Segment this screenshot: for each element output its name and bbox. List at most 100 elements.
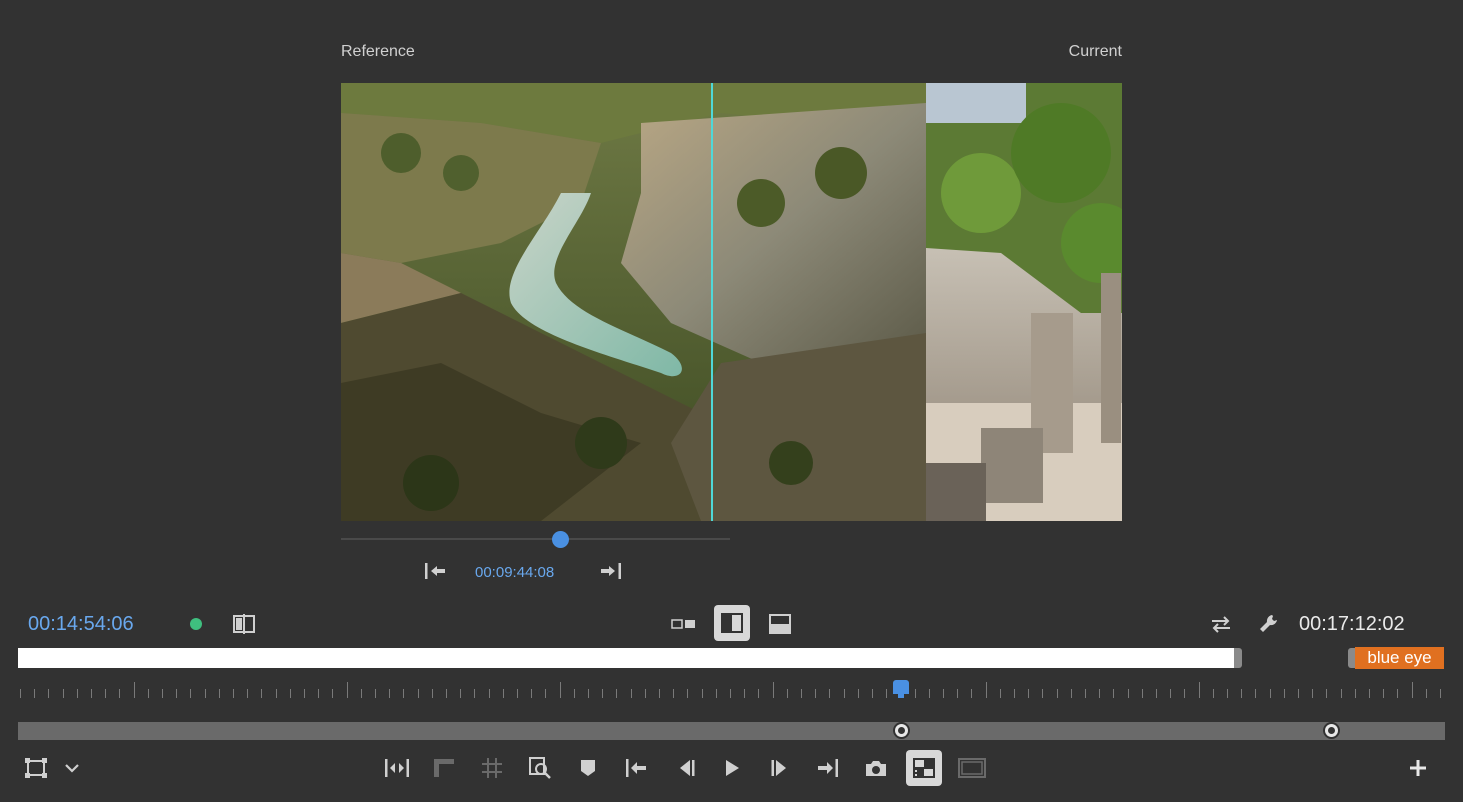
grid-button[interactable]	[478, 755, 506, 781]
zoom-scroll-bar[interactable]	[18, 722, 1445, 740]
ruler-tick	[1000, 689, 1001, 698]
go-to-in-button[interactable]	[622, 755, 652, 781]
ruler-tick	[134, 682, 135, 698]
ruler-tick	[602, 689, 603, 698]
split-line	[711, 83, 713, 521]
ruler-tick	[758, 689, 759, 698]
trim-button[interactable]	[382, 755, 412, 781]
comparison-view-icon	[913, 758, 935, 778]
ruler-tick	[403, 689, 404, 698]
ruler-tick	[1184, 689, 1185, 698]
go-to-in-icon	[626, 759, 646, 777]
go-to-previous-edit-button[interactable]	[422, 560, 448, 582]
ruler-tick	[957, 689, 958, 698]
ruler-tick	[261, 689, 262, 698]
ruler-button[interactable]	[430, 755, 458, 781]
ruler-tick	[1142, 689, 1143, 698]
ruler-tick	[574, 689, 575, 698]
ruler-tick	[276, 689, 277, 698]
comparison-view-button[interactable]	[906, 750, 942, 786]
add-marker-button[interactable]	[574, 755, 602, 781]
reference-timecode[interactable]: 00:09:44:08	[475, 564, 554, 581]
ruler-tick	[1326, 689, 1327, 698]
side-by-side-button[interactable]	[668, 612, 700, 636]
play-button[interactable]	[718, 755, 746, 781]
vertical-split-button[interactable]	[714, 605, 750, 641]
go-to-out-icon	[818, 759, 838, 777]
ruler-tick	[1426, 689, 1427, 698]
ruler-tick	[1042, 689, 1043, 698]
swap-icon	[1212, 616, 1230, 633]
compare-view-button[interactable]	[232, 612, 256, 636]
step-back-icon	[680, 760, 695, 776]
reference-slider-thumb[interactable]	[552, 531, 569, 548]
ruler-tick	[616, 689, 617, 698]
settings-dropdown-button[interactable]	[60, 757, 84, 779]
video-frame[interactable]	[341, 83, 1122, 521]
horizontal-split-button[interactable]	[766, 612, 794, 636]
ruler-tick	[1028, 689, 1029, 698]
ruler-tick	[1312, 689, 1313, 698]
reference-label: Reference	[341, 43, 415, 60]
marker-label[interactable]: blue eye	[1355, 647, 1444, 669]
multi-camera-button[interactable]	[956, 755, 988, 781]
horizontal-split-icon	[769, 614, 791, 634]
ruler-tick	[162, 689, 163, 698]
playhead[interactable]	[893, 680, 909, 694]
settings-button[interactable]	[1256, 612, 1282, 636]
zoom-handle-right[interactable]	[1323, 722, 1340, 739]
button-editor-button[interactable]	[1404, 755, 1432, 781]
work-area-bar[interactable]	[18, 648, 1234, 668]
ruler-tick	[872, 689, 873, 698]
step-forward-button[interactable]	[766, 755, 794, 781]
safe-margins-icon	[25, 758, 47, 778]
ruler-tick	[375, 689, 376, 698]
trim-icon	[385, 759, 409, 777]
ruler-tick	[1199, 682, 1200, 698]
ruler-tick	[1369, 689, 1370, 698]
ruler-tick	[48, 689, 49, 698]
safe-margins-button[interactable]	[22, 755, 50, 781]
work-area-end-handle[interactable]	[1234, 648, 1242, 668]
ruler-tick	[1057, 689, 1058, 698]
ruler-tick	[176, 689, 177, 698]
time-ruler[interactable]	[18, 680, 1445, 700]
go-to-out-button[interactable]	[812, 755, 842, 781]
zoom-handle-left[interactable]	[893, 722, 910, 739]
ruler-tick	[1213, 689, 1214, 698]
ruler-tick	[77, 689, 78, 698]
ruler-tick	[631, 689, 632, 698]
ruler-tick	[844, 689, 845, 698]
ruler-tick	[318, 689, 319, 698]
wrench-icon	[1260, 615, 1277, 632]
ruler-tick	[205, 689, 206, 698]
ruler-tick	[418, 689, 419, 698]
export-frame-button[interactable]	[862, 755, 890, 781]
chevron-down-icon	[65, 764, 79, 773]
ruler-tick	[773, 682, 774, 698]
step-back-button[interactable]	[672, 755, 700, 781]
ruler-tick	[219, 689, 220, 698]
reference-slider-track[interactable]	[341, 538, 730, 540]
ruler-tick	[1412, 682, 1413, 698]
ruler-tick	[1355, 689, 1356, 698]
ruler-tick	[829, 689, 830, 698]
multi-camera-icon	[958, 758, 986, 778]
ruler-tick	[1440, 689, 1441, 698]
ruler-tick	[971, 689, 972, 698]
side-by-side-icon	[671, 619, 695, 629]
ruler-tick	[787, 689, 788, 698]
ruler-tick	[34, 689, 35, 698]
ruler-tick	[886, 689, 887, 698]
ruler-tick	[588, 689, 589, 698]
ruler-tick	[20, 689, 21, 698]
ruler-tick	[489, 689, 490, 698]
playhead-timecode[interactable]: 00:14:54:06	[28, 613, 134, 636]
zoom-icon	[529, 757, 551, 779]
go-to-next-edit-button[interactable]	[598, 560, 624, 582]
zoom-button[interactable]	[526, 755, 554, 781]
swap-button[interactable]	[1208, 612, 1234, 636]
ruler-tick	[190, 689, 191, 698]
add-icon	[1410, 760, 1426, 776]
ruler-tick	[233, 689, 234, 698]
